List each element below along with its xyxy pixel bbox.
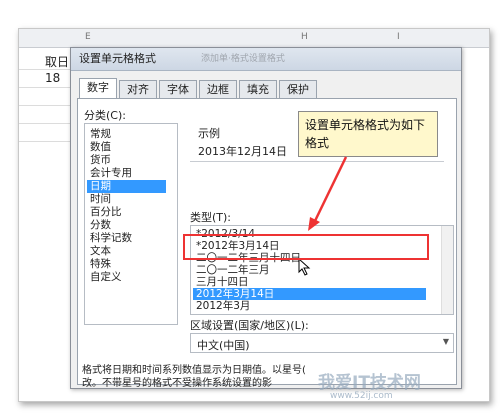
sample-value: 2013年12月14日 [198,145,287,158]
tab-alignment[interactable]: 对齐 [119,80,157,99]
type-item[interactable]: 2012年3月 [193,300,426,312]
dialog-titlebar[interactable]: 设置单元格格式 添加单·格式设置格式 [71,48,461,71]
category-item[interactable]: 特殊 [87,258,166,271]
category-item[interactable]: 百分比 [87,206,166,219]
category-item[interactable]: 会计专用 [87,167,166,180]
mouse-cursor-icon [298,258,311,276]
type-item[interactable]: 三月十四日 [193,276,426,288]
tab-fill[interactable]: 填充 [239,80,277,99]
category-item[interactable]: 常规 [87,128,166,141]
type-item-selected[interactable]: 2012年3月14日 [193,288,426,300]
background-title-text: 添加单·格式设置格式 [201,54,285,64]
category-item-selected[interactable]: 日期 [87,180,166,193]
watermark-site-name: 我爱IT技术网 [318,373,421,393]
category-item[interactable]: 时间 [87,193,166,206]
type-label: 类型(T): [190,211,232,224]
category-label: 分类(C): [84,109,126,122]
category-item[interactable]: 数值 [87,141,166,154]
cell-value[interactable]: 18 [45,71,60,85]
tab-protection[interactable]: 保护 [279,80,317,99]
highlight-rectangle [183,234,429,260]
category-list[interactable]: 常规 数值 货币 会计专用 日期 时间 百分比 分数 科学记数 文本 特殊 自定… [84,123,178,325]
tab-font[interactable]: 字体 [159,80,197,99]
format-cells-dialog: 设置单元格格式 添加单·格式设置格式 数字 对齐 字体 边框 填充 保护 分类(… [70,47,462,389]
column-header-h[interactable]: H [301,32,308,42]
cell-header-text[interactable]: 取日 [45,53,69,70]
chevron-down-icon[interactable]: ▼ [443,337,449,346]
category-item[interactable]: 自定义 [87,271,166,284]
watermark-site-url: www.52ij.com [330,391,393,401]
locale-select[interactable]: 中文(中国) ▼ [190,333,454,353]
category-item[interactable]: 科学记数 [87,232,166,245]
annotation-callout: 设置单元格格式为如下格式 [298,111,438,157]
tab-number[interactable]: 数字 [79,78,117,100]
type-list-scrollbar[interactable] [441,226,453,314]
locale-label: 区域设置(国家/地区)(L): [190,319,309,332]
dialog-title: 设置单元格格式 [79,52,156,65]
column-header-strip: E H I [19,29,489,48]
column-header-i[interactable]: I [397,32,400,42]
description-line-2: 改。不带星号的格式不受操作系统设置的影 [82,378,272,389]
locale-value: 中文(中国) [197,339,250,352]
category-item[interactable]: 货币 [87,154,166,167]
category-item[interactable]: 文本 [87,245,166,258]
tab-border[interactable]: 边框 [199,80,237,99]
arrow-icon [308,156,348,231]
sample-label: 示例 [198,127,220,140]
category-item[interactable]: 分数 [87,219,166,232]
column-header-e[interactable]: E [85,32,91,42]
